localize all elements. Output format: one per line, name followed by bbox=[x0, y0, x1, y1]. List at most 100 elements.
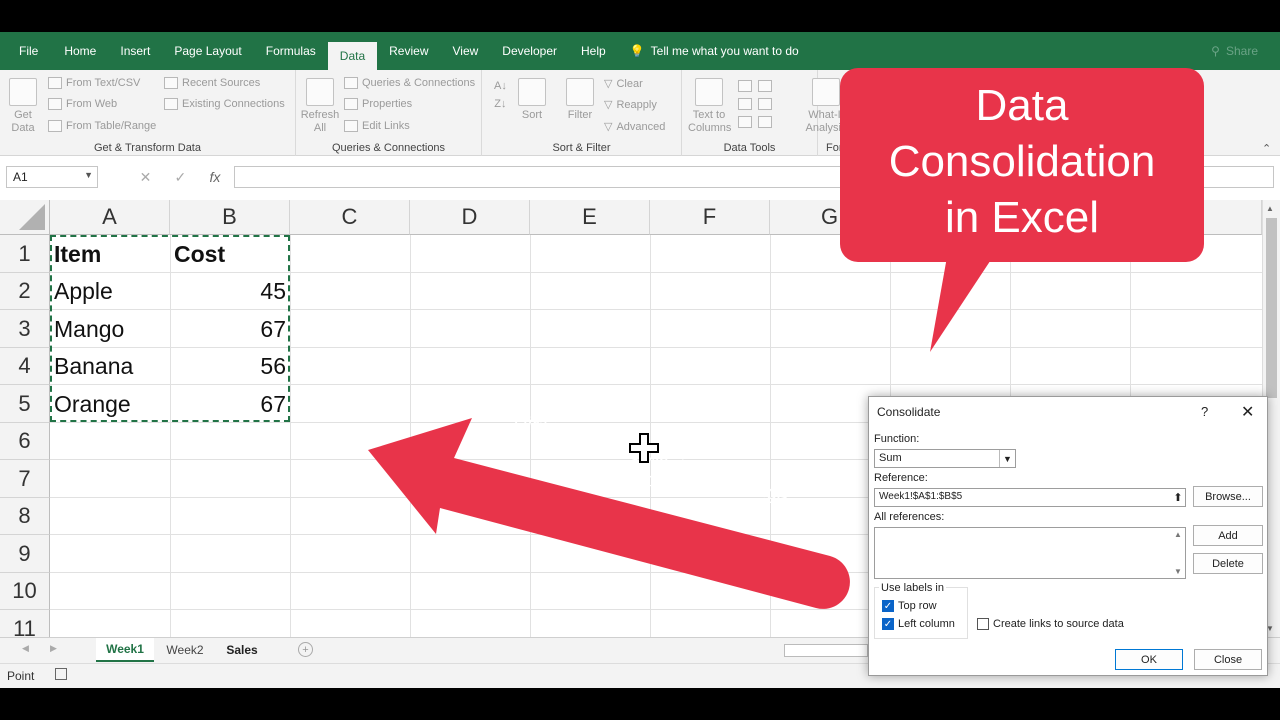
horizontal-scrollbar[interactable] bbox=[784, 644, 868, 657]
status-mode: Point bbox=[7, 669, 35, 683]
close-button[interactable]: Close bbox=[1194, 649, 1262, 670]
from-text-csv-button[interactable]: From Text/CSV bbox=[48, 77, 140, 89]
chevron-down-icon[interactable]: ▼ bbox=[999, 450, 1015, 467]
tell-me-text: Tell me what you want to do bbox=[650, 44, 799, 58]
refresh-all-button[interactable]: Refresh All bbox=[300, 78, 340, 135]
list-scrollbar[interactable]: ▲ ▼ bbox=[1171, 528, 1185, 578]
row-header-9[interactable]: 9 bbox=[0, 535, 50, 573]
tab-developer[interactable]: Developer bbox=[490, 32, 569, 70]
all-references-label: All references: bbox=[874, 511, 945, 523]
row-header-1[interactable]: 1 bbox=[0, 235, 50, 273]
create-links-checkbox[interactable]: Create links to source data bbox=[977, 618, 1124, 630]
name-box[interactable]: A1 ▼ bbox=[6, 166, 98, 188]
connections-icon bbox=[164, 98, 178, 110]
column-header-a[interactable]: A bbox=[50, 200, 170, 235]
tab-insert[interactable]: Insert bbox=[108, 32, 162, 70]
scroll-down-icon[interactable]: ▼ bbox=[1174, 567, 1182, 576]
sort-az-icons[interactable]: A↓ Z↓ bbox=[494, 80, 507, 110]
row-header-10[interactable]: 10 bbox=[0, 573, 50, 610]
sheet-next-icon[interactable]: ▶ bbox=[50, 643, 57, 654]
tab-review[interactable]: Review bbox=[377, 32, 440, 70]
collapse-dialog-icon[interactable]: ⬆ bbox=[1171, 490, 1185, 505]
row-header-3[interactable]: 3 bbox=[0, 310, 50, 348]
from-table-button[interactable]: From Table/Range bbox=[48, 120, 156, 132]
get-data-button[interactable]: Get Data bbox=[6, 78, 40, 135]
sheet-tab-sales[interactable]: Sales bbox=[216, 638, 268, 662]
data-tool-icons[interactable] bbox=[738, 80, 752, 128]
clear-button[interactable]: ▽ Clear bbox=[604, 77, 643, 91]
data-tool-icons-2[interactable] bbox=[758, 80, 772, 128]
tab-data[interactable]: Data bbox=[327, 42, 378, 70]
reapply-button[interactable]: ▽ Reapply bbox=[604, 98, 657, 112]
row-header-8[interactable]: 8 bbox=[0, 498, 50, 535]
browse-button[interactable]: Browse... bbox=[1193, 486, 1263, 507]
left-column-checkbox[interactable]: ✓ Left column bbox=[882, 618, 955, 630]
tab-file[interactable]: File bbox=[0, 32, 52, 70]
add-sheet-icon[interactable]: + bbox=[298, 642, 313, 657]
share-button[interactable]: ⚲ Share bbox=[1211, 44, 1258, 58]
queries-connections-button[interactable]: Queries & Connections bbox=[344, 77, 475, 89]
scroll-up-icon[interactable]: ▲ bbox=[1174, 530, 1182, 539]
edit-links-button[interactable]: Edit Links bbox=[344, 120, 410, 132]
add-button[interactable]: Add bbox=[1193, 525, 1263, 546]
check-icon: ✓ bbox=[882, 618, 894, 630]
reference-input[interactable]: Week1!$A$1:$B$5 ⬆ bbox=[874, 488, 1186, 507]
reference-label: Reference: bbox=[874, 472, 928, 484]
sheet-tab-week1[interactable]: Week1 bbox=[96, 638, 154, 662]
column-header-f[interactable]: F bbox=[650, 200, 770, 235]
group-label: Get & Transform Data bbox=[94, 142, 201, 154]
all-references-list[interactable]: ▲ ▼ bbox=[874, 527, 1186, 579]
scroll-up-icon[interactable]: ▲ bbox=[1266, 204, 1274, 213]
function-icon[interactable]: fx bbox=[209, 169, 220, 185]
function-label: Function: bbox=[874, 433, 920, 445]
collapse-ribbon-icon[interactable]: ⌃ bbox=[1262, 142, 1271, 155]
top-row-checkbox[interactable]: ✓ Top row bbox=[882, 600, 937, 612]
row-header-6[interactable]: 6 bbox=[0, 423, 50, 460]
clear-filter-icon: ▽ bbox=[604, 78, 613, 90]
row-header-11[interactable]: 11 bbox=[0, 610, 50, 637]
close-icon[interactable]: ✕ bbox=[1241, 402, 1254, 422]
row-header-7[interactable]: 7 bbox=[0, 460, 50, 498]
ok-button[interactable]: OK bbox=[1115, 649, 1183, 670]
reapply-icon: ▽ bbox=[604, 99, 613, 111]
advanced-button[interactable]: ▽ Advanced bbox=[604, 120, 665, 134]
validation-icon bbox=[738, 116, 752, 128]
cancel-icon[interactable]: ✕ bbox=[140, 169, 152, 186]
row-header-5[interactable]: 5 bbox=[0, 385, 50, 423]
macro-record-icon[interactable] bbox=[55, 668, 67, 680]
tab-home[interactable]: Home bbox=[52, 32, 108, 70]
existing-connections-button[interactable]: Existing Connections bbox=[164, 98, 285, 110]
function-select[interactable]: Sum ▼ bbox=[874, 449, 1016, 468]
tab-page-layout[interactable]: Page Layout bbox=[162, 32, 253, 70]
tab-view[interactable]: View bbox=[441, 32, 491, 70]
properties-button[interactable]: Properties bbox=[344, 98, 412, 110]
column-header-e[interactable]: E bbox=[530, 200, 650, 235]
sheet-prev-icon[interactable]: ◀ bbox=[22, 643, 29, 654]
consolidate-dialog: Consolidate ? ✕ Function: Sum ▼ Referenc… bbox=[868, 396, 1268, 676]
recent-sources-button[interactable]: Recent Sources bbox=[164, 77, 260, 89]
select-all-corner[interactable] bbox=[0, 200, 50, 235]
tab-help[interactable]: Help bbox=[569, 32, 618, 70]
text-to-columns-button[interactable]: Text to Columns bbox=[688, 78, 731, 135]
scroll-thumb[interactable] bbox=[1266, 218, 1277, 398]
column-header-b[interactable]: B bbox=[170, 200, 290, 235]
check-icon[interactable]: ✓ bbox=[175, 169, 187, 186]
consolidate-icon bbox=[758, 80, 772, 92]
sheet-tab-week2[interactable]: Week2 bbox=[156, 638, 214, 662]
delete-button[interactable]: Delete bbox=[1193, 553, 1263, 574]
remove-duplicates-icon bbox=[738, 98, 752, 110]
sort-ascending-icon: A↓ bbox=[494, 80, 507, 92]
sort-button[interactable]: Sort bbox=[516, 78, 548, 122]
tab-formulas[interactable]: Formulas bbox=[254, 32, 328, 70]
help-icon[interactable]: ? bbox=[1201, 404, 1208, 419]
chevron-down-icon: ▼ bbox=[84, 170, 93, 180]
tell-me-box[interactable]: 💡 Tell me what you want to do bbox=[618, 44, 811, 58]
column-header-c[interactable]: C bbox=[290, 200, 410, 235]
lightbulb-icon: 💡 bbox=[629, 44, 645, 58]
row-header-4[interactable]: 4 bbox=[0, 348, 50, 385]
unchecked-box bbox=[977, 618, 989, 630]
filter-button[interactable]: Filter bbox=[564, 78, 596, 122]
from-web-button[interactable]: From Web bbox=[48, 98, 117, 110]
row-header-2[interactable]: 2 bbox=[0, 273, 50, 310]
column-header-d[interactable]: D bbox=[410, 200, 530, 235]
